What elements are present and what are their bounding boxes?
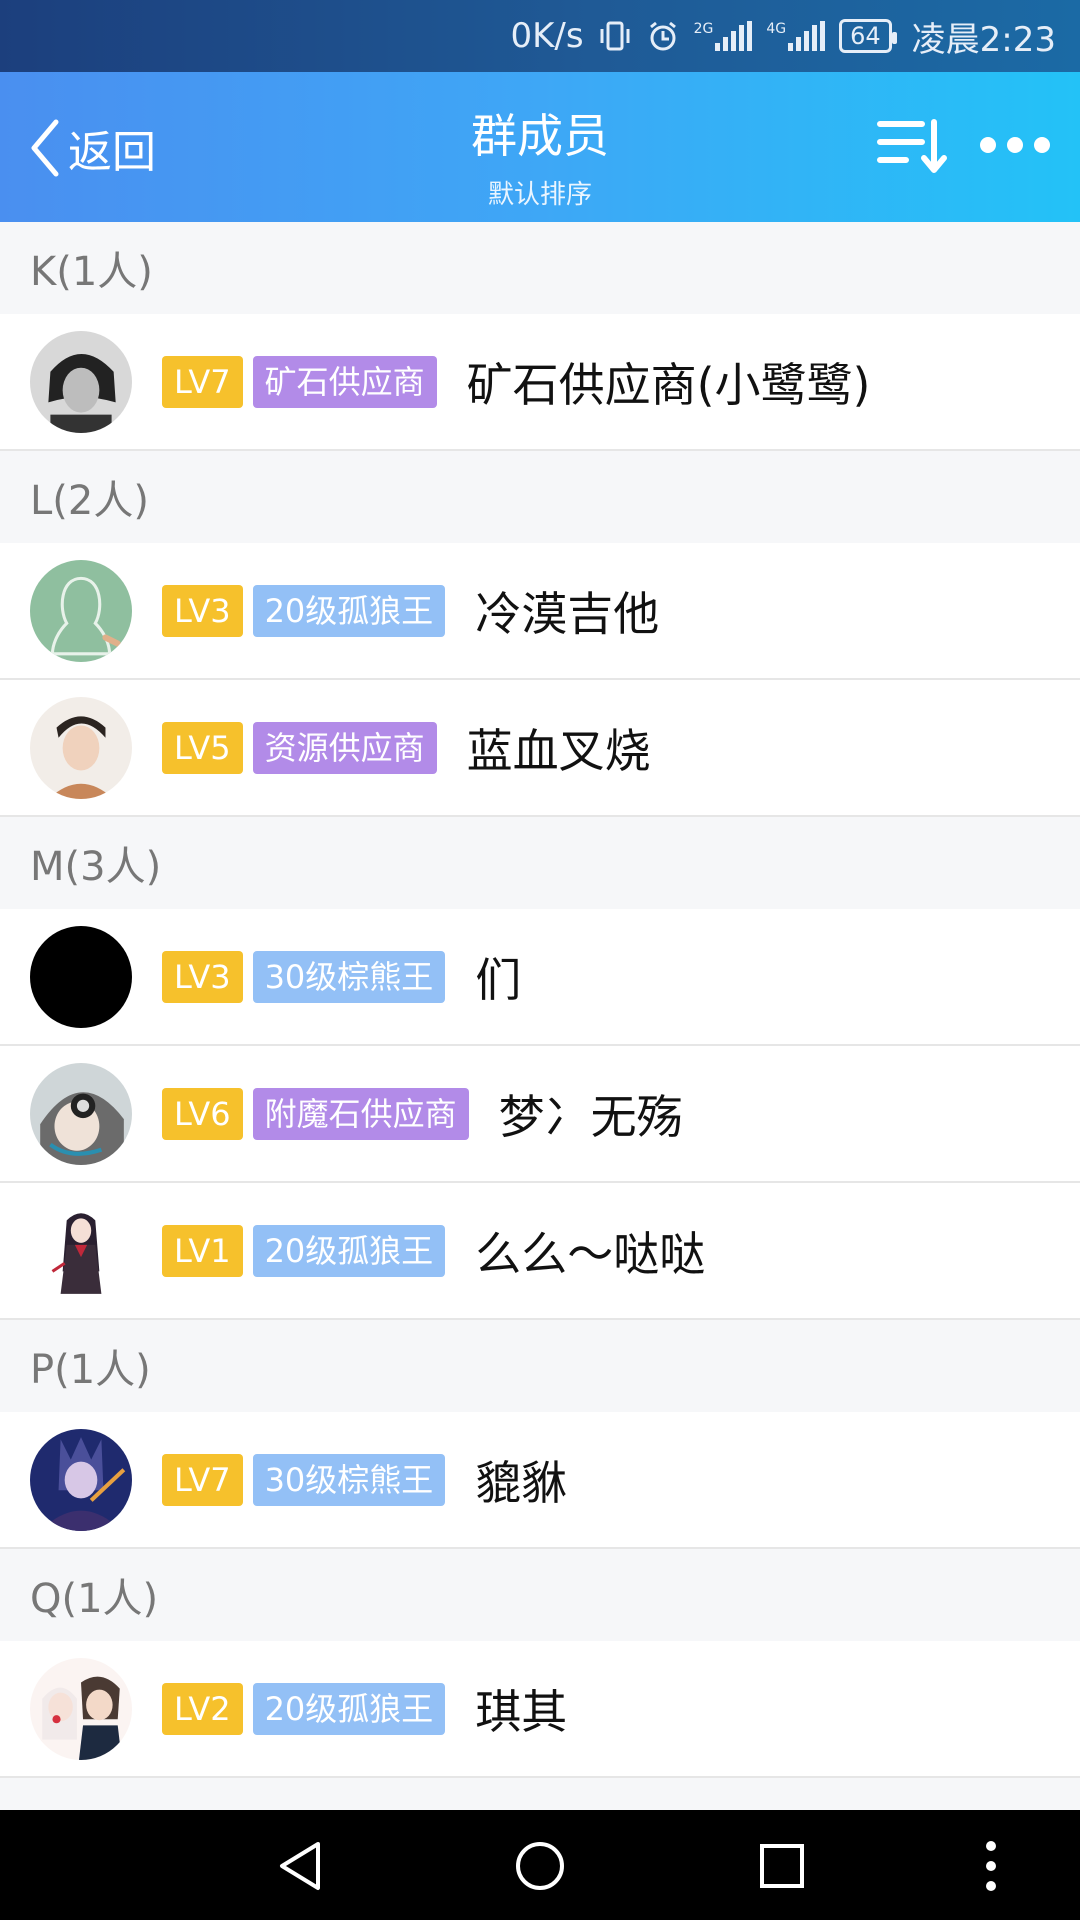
- home-circle-icon[interactable]: [514, 1840, 566, 1896]
- title-tag: 20级孤狼王: [252, 584, 446, 637]
- vibrate-icon: [598, 19, 632, 53]
- member-row[interactable]: LV6 附魔石供应商 梦冫无殇: [0, 1046, 1080, 1183]
- member-name: 矿石供应商(小鹭鹭): [466, 357, 871, 412]
- more-options-button[interactable]: [980, 130, 1050, 160]
- section-header: P(1人): [0, 1320, 1080, 1412]
- member-name: 梦冫无殇: [498, 1089, 683, 1144]
- avatar[interactable]: [30, 330, 132, 433]
- status-bar: 0K/s 2G 4G 64 凌晨2:23: [0, 0, 1080, 72]
- avatar[interactable]: [30, 925, 132, 1028]
- battery-icon: 64: [839, 19, 897, 53]
- level-badge: LV6: [162, 1087, 243, 1140]
- more-vertical-icon[interactable]: [976, 1840, 1006, 1896]
- network-4g-label: 4G: [766, 21, 787, 37]
- member-name: 琪其: [475, 1684, 568, 1739]
- dot-icon: [1034, 137, 1050, 153]
- section-header: K(1人): [0, 222, 1080, 314]
- member-name: 貔貅: [475, 1455, 568, 1510]
- title-tag: 资源供应商: [252, 721, 437, 774]
- level-badge: LV3: [162, 950, 243, 1003]
- section-header: M(3人): [0, 817, 1080, 909]
- signal-4g: 4G: [766, 21, 826, 51]
- section-header: L(2人): [0, 451, 1080, 543]
- avatar[interactable]: [30, 1657, 132, 1760]
- title-bar: 返回 群成员 默认排序: [0, 72, 1080, 222]
- member-list: K(1人) LV7 矿石供应商 矿石供应商(小鹭鹭) L(2人) LV3 20级孤狼王 冷漠吉…: [0, 222, 1080, 1778]
- avatar[interactable]: [30, 1428, 132, 1531]
- screen: 0K/s 2G 4G 64 凌晨2:23 返回 群成员 默认排序 K(1人) L…: [0, 0, 1080, 1920]
- member-name: 们: [475, 952, 522, 1007]
- battery-level: 64: [850, 22, 881, 50]
- signal-icon: [788, 21, 826, 51]
- net-speed: 0K/s: [510, 16, 584, 56]
- member-name: 蓝血叉烧: [466, 723, 651, 778]
- title-tag: 20级孤狼王: [252, 1682, 446, 1735]
- clock: 凌晨2:23: [911, 19, 1056, 60]
- member-row[interactable]: LV7 30级棕熊王 貔貅: [0, 1412, 1080, 1549]
- member-name: 么么～哒哒: [475, 1226, 706, 1281]
- title-tag: 20级孤狼王: [252, 1224, 446, 1277]
- level-badge: LV1: [162, 1224, 243, 1277]
- alarm-icon: [646, 19, 680, 53]
- avatar[interactable]: [30, 696, 132, 799]
- level-badge: LV7: [162, 1453, 243, 1506]
- level-badge: LV5: [162, 721, 243, 774]
- signal-2g: 2G: [694, 21, 753, 51]
- member-name: 冷漠吉他: [475, 586, 660, 641]
- network-2g-label: 2G: [693, 21, 714, 37]
- signal-icon: [715, 21, 753, 51]
- level-badge: LV3: [162, 584, 243, 637]
- dot-icon: [980, 137, 996, 153]
- sort-button[interactable]: [876, 116, 948, 178]
- member-row[interactable]: LV2 20级孤狼王 琪其: [0, 1641, 1080, 1778]
- sort-mode-label: 默认排序: [487, 180, 592, 210]
- sort-icon: [877, 119, 947, 173]
- member-row[interactable]: LV3 20级孤狼王 冷漠吉他: [0, 543, 1080, 680]
- title-tag: 矿石供应商: [252, 355, 437, 408]
- title-tag: 附魔石供应商: [252, 1087, 469, 1140]
- avatar[interactable]: [30, 1062, 132, 1165]
- back-triangle-icon[interactable]: [274, 1840, 326, 1896]
- avatar[interactable]: [30, 1199, 132, 1302]
- member-row[interactable]: LV1 20级孤狼王 么么～哒哒: [0, 1183, 1080, 1320]
- member-row[interactable]: LV5 资源供应商 蓝血叉烧: [0, 680, 1080, 817]
- member-row[interactable]: LV7 矿石供应商 矿石供应商(小鹭鹭): [0, 314, 1080, 451]
- avatar[interactable]: [30, 559, 132, 662]
- title-tag: 30级棕熊王: [252, 950, 446, 1003]
- section-header: Q(1人): [0, 1549, 1080, 1641]
- member-row[interactable]: LV3 30级棕熊王们: [0, 909, 1080, 1046]
- level-badge: LV7: [162, 355, 243, 408]
- dot-icon: [1007, 137, 1023, 153]
- navigation-bar: [0, 1810, 1080, 1920]
- level-badge: LV2: [162, 1682, 243, 1735]
- recents-square-icon[interactable]: [756, 1840, 808, 1896]
- title-tag: 30级棕熊王: [252, 1453, 446, 1506]
